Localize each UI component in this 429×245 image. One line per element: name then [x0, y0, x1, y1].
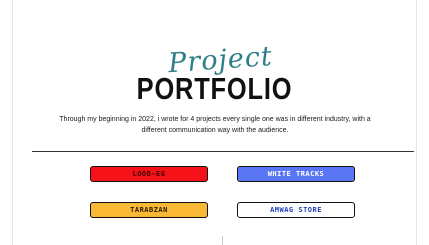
- page-edge-left: [12, 0, 13, 245]
- portfolio-page: Project PORTFOLIO Through my beginning i…: [0, 0, 429, 245]
- project-button-tarabzan[interactable]: TARABZAN: [90, 202, 208, 218]
- portfolio-heading: Project PORTFOLIO: [0, 41, 429, 106]
- project-button-loob-eg[interactable]: LOOB-EG: [90, 166, 208, 182]
- page-bottom-marker: [222, 236, 223, 245]
- project-button-white-tracks[interactable]: WHITE TRACKS: [237, 166, 355, 182]
- page-title: PORTFOLIO: [136, 71, 293, 106]
- project-button-amwag-store[interactable]: AMWAG STORE: [237, 202, 355, 218]
- intro-paragraph: Through my beginning in 2022, i wrote fo…: [59, 116, 371, 134]
- section-divider: [32, 151, 414, 152]
